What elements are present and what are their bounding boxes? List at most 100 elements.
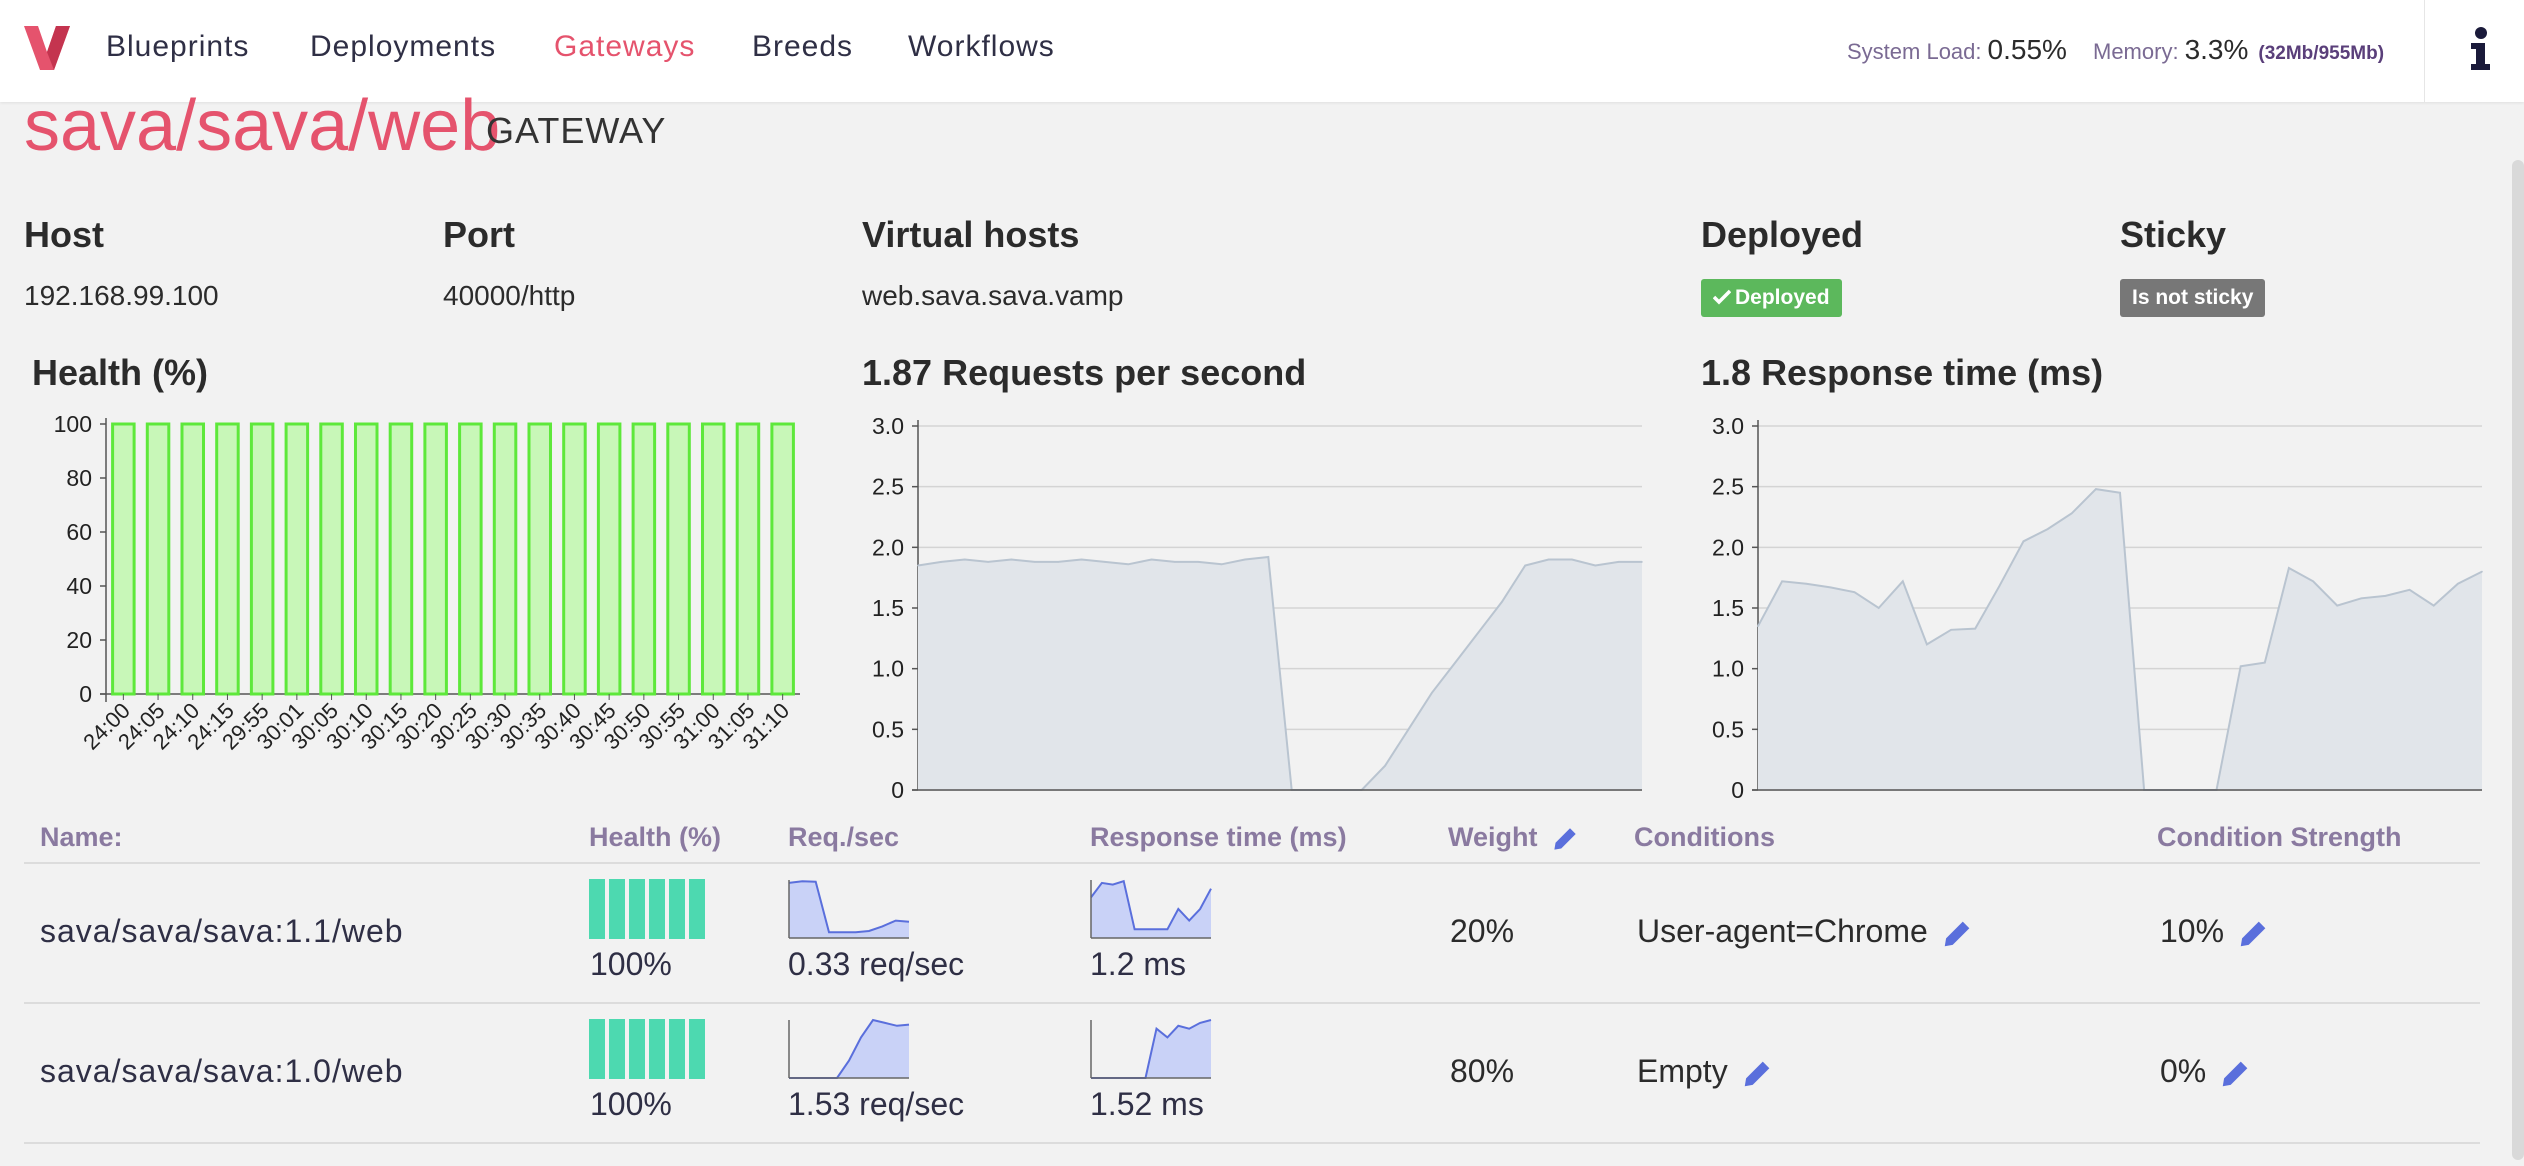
data-point [2457,582,2459,585]
data-point [2264,661,2266,664]
requests-chart: 3.0 2.5 2.0 1.5 1.0 0.5 0 [872,413,1643,800]
data-point [1641,561,1643,563]
data-point [2119,491,2121,494]
row-weight: 20% [1450,913,1515,949]
health-mini-bar [589,879,605,939]
health-chart-title: Health (%) [32,352,209,393]
deployed-badge-text: Deployed [1735,286,1830,309]
row-weight: 80% [1450,1053,1515,1089]
col-conditions-header: Conditions [1634,822,1775,852]
host-label: Host [24,214,104,255]
nav-workflows[interactable]: Workflows [908,30,1055,64]
y-tick-label: 100 [54,411,92,437]
row-health-value: 100% [590,1086,672,1122]
system-load-value: 0.55% [1987,34,2067,65]
health-mini-bar [649,879,665,939]
health-bar [527,422,553,696]
data-point [1127,563,1129,566]
data-point [1057,561,1059,563]
health-bar [388,422,414,696]
col-response-header: Response time (ms) [1090,822,1347,852]
data-point [2095,488,2097,490]
data-point [1244,558,1246,561]
area-fill [1758,489,2482,790]
data-point [2288,567,2290,569]
health-bar [562,422,587,696]
data-point [1501,601,1503,603]
data-point [1547,558,1550,561]
navbar-divider [2424,0,2425,102]
col-strength-header: Condition Strength [2157,822,2402,852]
health-bar [145,422,171,696]
health-mini-bar [669,879,685,939]
data-point [1197,561,1200,563]
data-point [1902,580,1904,583]
response-chart-title: 1.8 Response time (ms) [1701,352,2103,394]
col-name-header: Name: [40,822,123,852]
health-mini-bar [609,1019,625,1079]
data-point [1080,558,1083,561]
y-tick-label: 0.5 [1712,716,1744,742]
data-point [2312,580,2314,583]
nav-gateways[interactable]: Gateways [554,30,695,64]
y-tick-label: 40 [66,573,92,599]
row-health-bars [589,879,705,939]
row-response-value: 1.2 ms [1090,946,1187,982]
row-strength-text: 0% [2160,1053,2207,1089]
pencil-icon[interactable] [2238,919,2268,949]
pencil-icon[interactable] [1742,1059,1772,1089]
pencil-icon[interactable] [1552,826,1578,852]
data-point [2022,540,2025,543]
vamp-logo-icon[interactable] [24,26,70,70]
data-point [1220,563,1223,566]
data-point [1829,586,1832,589]
col-weight-header: Weight [1448,822,1578,853]
host-value: 192.168.99.100 [24,280,219,311]
data-point [1571,558,1573,561]
health-bar [492,422,518,696]
data-point [1757,625,1759,627]
weight-header-text: Weight [1448,822,1538,852]
nav-blueprints[interactable]: Blueprints [106,30,249,64]
data-point [1805,582,1808,585]
row-health-bars [589,1019,705,1079]
virtual-hosts-value: web.sava.sava.vamp [862,280,1124,311]
sticky-label: Sticky [2120,214,2227,255]
y-tick-label: 60 [66,519,92,545]
row-req-value: 1.53 req/sec [788,1086,965,1122]
row-strength-text: 10% [2160,913,2225,949]
data-point [1974,627,1976,630]
virtual-hosts-label: Virtual hosts [862,214,1080,255]
health-chart: 10080604020024:0024:0524:1024:1529:5530:… [54,411,800,754]
row-name[interactable]: sava/sava/sava:1.1/web [40,913,404,950]
y-tick-label: 0 [79,681,92,707]
pencil-icon[interactable] [1942,919,1972,949]
page-title: sava/sava/web [24,86,501,166]
y-tick-label: 0 [891,777,904,800]
health-mini-bar [649,1019,665,1079]
nav-deployments[interactable]: Deployments [310,30,496,64]
health-bar [111,422,136,696]
data-point [2046,528,2049,530]
y-tick-label: 20 [66,627,92,653]
data-point [1267,556,1270,558]
y-tick-label: 3.0 [872,413,904,439]
y-tick-label: 2.0 [1712,534,1744,560]
port-label: Port [443,214,515,255]
data-point [1853,591,1856,594]
y-tick-label: 1.5 [872,595,904,621]
memory-detail: (32Mb/955Mb) [2258,43,2385,64]
pencil-icon[interactable] [2220,1059,2250,1089]
page-scrollbar[interactable] [2512,160,2524,1160]
col-health-header: Health (%) [589,822,722,852]
info-icon[interactable] [2464,26,2496,72]
data-point [1454,661,1456,664]
col-req-header: Req./sec [788,822,900,852]
y-tick-label: 1.0 [872,656,904,682]
row-name[interactable]: sava/sava/sava:1.0/web [40,1053,404,1090]
health-mini-bar [689,1019,705,1079]
table-header-divider [24,862,2480,864]
requests-value: 1.87 [862,352,933,393]
nav-breeds[interactable]: Breeds [752,30,853,64]
y-tick-label: 1.5 [1712,595,1744,621]
